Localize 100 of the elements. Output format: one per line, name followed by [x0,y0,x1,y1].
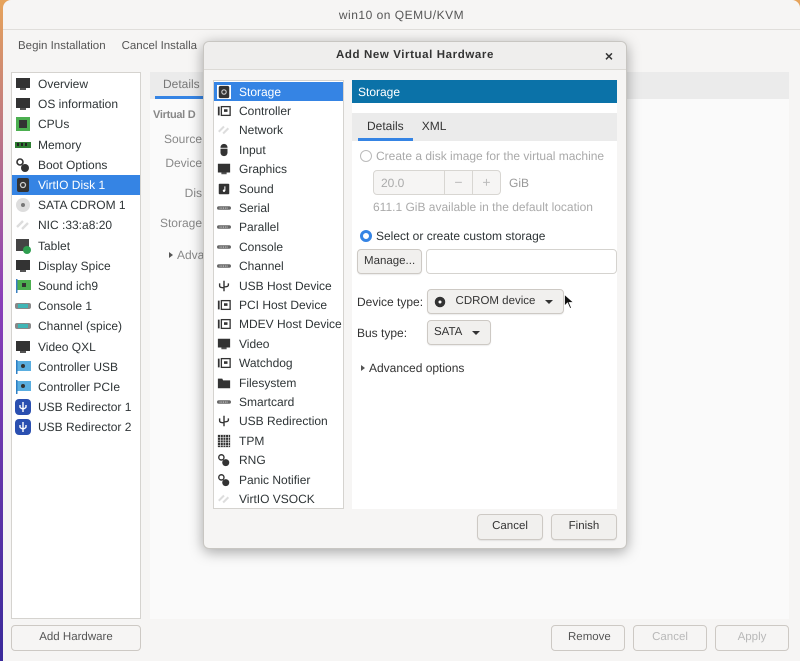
radio-option[interactable]: Select or create custom storage [352,227,617,245]
dialog-title: Add New Virtual Hardware [336,48,494,63]
hardware-list-item[interactable]: NIC :33:a8:20 [12,215,140,236]
device-type-item[interactable]: RNG [214,450,343,470]
mouse-pointer-icon [564,294,574,310]
device-type-item[interactable]: Sound [214,178,343,198]
device-type-item[interactable]: PCI Host Device [214,295,343,315]
usb-icon [217,278,231,293]
disc-icon [434,296,446,308]
monitor-icon [217,162,231,176]
field-label: Device type: [357,294,424,310]
expander[interactable]: Adva [169,246,204,264]
device-type-item[interactable]: Controller [214,101,343,121]
monitor-icon [217,336,231,351]
section-header: Storage [352,80,617,103]
hardware-list-item[interactable]: USB Redirector 1 [12,397,140,418]
music-note-icon [217,182,231,196]
device-type-item[interactable]: Parallel [214,218,343,238]
expansion-card-icon [15,378,31,395]
hardware-list-item[interactable]: Display Spice [12,256,140,276]
controller-icon [217,104,231,118]
hardware-list-item[interactable]: Overview [12,74,140,94]
field-label: Dis [184,184,202,202]
hardware-list-item[interactable]: Controller USB [12,356,140,377]
usb-icon [217,414,231,428]
hardware-list-item[interactable]: Console 1 [12,296,140,316]
section-heading: Virtual D [153,108,196,123]
device-type-item[interactable]: Console [214,237,343,257]
controller-icon [217,356,231,370]
path-field[interactable] [426,249,617,274]
gears-icon [217,453,231,468]
device-type-item[interactable]: Watchdog [214,353,343,373]
field-label: Device [165,154,202,172]
device-type-item[interactable]: Smartcard [214,392,343,412]
device-type-item[interactable]: Network [214,120,343,140]
chip-icon [15,116,31,132]
hardware-list-item[interactable]: OS information [12,94,140,114]
device-type-item[interactable]: Panic Notifier [214,470,343,490]
tablet-icon [15,238,31,254]
field-label: Storage [160,214,202,232]
device-type-item[interactable]: Channel [214,256,343,276]
hardware-list-item[interactable]: VirtIO Disk 1 [12,174,140,196]
caret-icon [472,330,480,334]
device-type-item[interactable]: Storage [214,82,343,102]
disk-icon [217,84,231,99]
monitor-icon [15,258,31,274]
sound-card-icon [15,278,31,294]
field-label: Bus type: [357,324,408,342]
unit-label: GiB [509,174,530,192]
hardware-list-item[interactable]: Memory [12,134,140,155]
device-type-item[interactable]: Input [214,140,343,160]
device-type-item[interactable]: Serial [214,198,343,218]
expansion-card-icon [15,358,31,375]
usb-icon [15,399,31,416]
folder-icon [217,376,231,390]
hardware-list-item[interactable]: Channel (spice) [12,316,140,336]
expander[interactable]: Advanced options [361,359,464,377]
hardware-list-item[interactable]: Sound ich9 [12,276,140,296]
dialog-button[interactable]: Finish [551,514,617,540]
hardware-list-item[interactable]: Video QXL [12,336,140,357]
toolbar-button[interactable]: Cancel Installa [122,38,198,56]
manage-button[interactable]: Manage... [357,249,422,274]
dropdown[interactable]: SATA [427,320,492,345]
hardware-list-item[interactable]: Tablet [12,236,140,256]
usb-icon [15,419,31,436]
expander-arrow-icon [169,252,173,258]
controller-icon [217,298,231,312]
gears-icon [217,472,231,486]
device-type-item[interactable]: VirtIO VSOCK [214,489,343,509]
toolbar-button[interactable]: Begin Installation [18,38,106,56]
hardware-list-item[interactable]: USB Redirector 2 [12,417,140,438]
monitor-icon [15,96,31,112]
hint-text: 611.1 GiB available in the default location [373,199,594,216]
monitor-icon [15,76,31,92]
close-button[interactable]: × [600,46,617,67]
tab[interactable]: XML [412,113,456,141]
grid-icon [217,434,231,448]
hardware-list-item[interactable]: CPUs [12,114,140,135]
tab[interactable]: Details [358,113,413,141]
device-type-item[interactable]: TPM [214,431,343,450]
hardware-list-item[interactable]: Boot Options [12,154,140,175]
device-type-item[interactable]: MDEV Host Device [214,314,343,334]
gears-icon [15,156,31,173]
window-title: win10 on QEMU/KVM [338,6,464,24]
device-type-item[interactable]: Graphics [214,160,343,179]
add-hardware-button[interactable]: Add Hardware [11,625,141,651]
device-type-item[interactable]: Video [214,334,343,354]
device-type-item[interactable]: USB Host Device [214,276,343,296]
device-type-item[interactable]: Filesystem [214,372,343,392]
monitor-icon [15,338,31,355]
expander-arrow-icon [361,365,365,371]
controller-icon [217,317,231,332]
device-type-item[interactable]: USB Redirection [214,412,343,432]
dialog-button[interactable]: Cancel [477,514,543,540]
hardware-list-item[interactable]: SATA CDROM 1 [12,195,140,216]
caret-icon [545,300,553,304]
hardware-list-item[interactable]: Controller PCIe [12,376,140,397]
disc-icon [15,197,31,214]
dropdown[interactable]: CDROM device [427,289,564,314]
dialog-button[interactable]: Remove [551,625,625,651]
